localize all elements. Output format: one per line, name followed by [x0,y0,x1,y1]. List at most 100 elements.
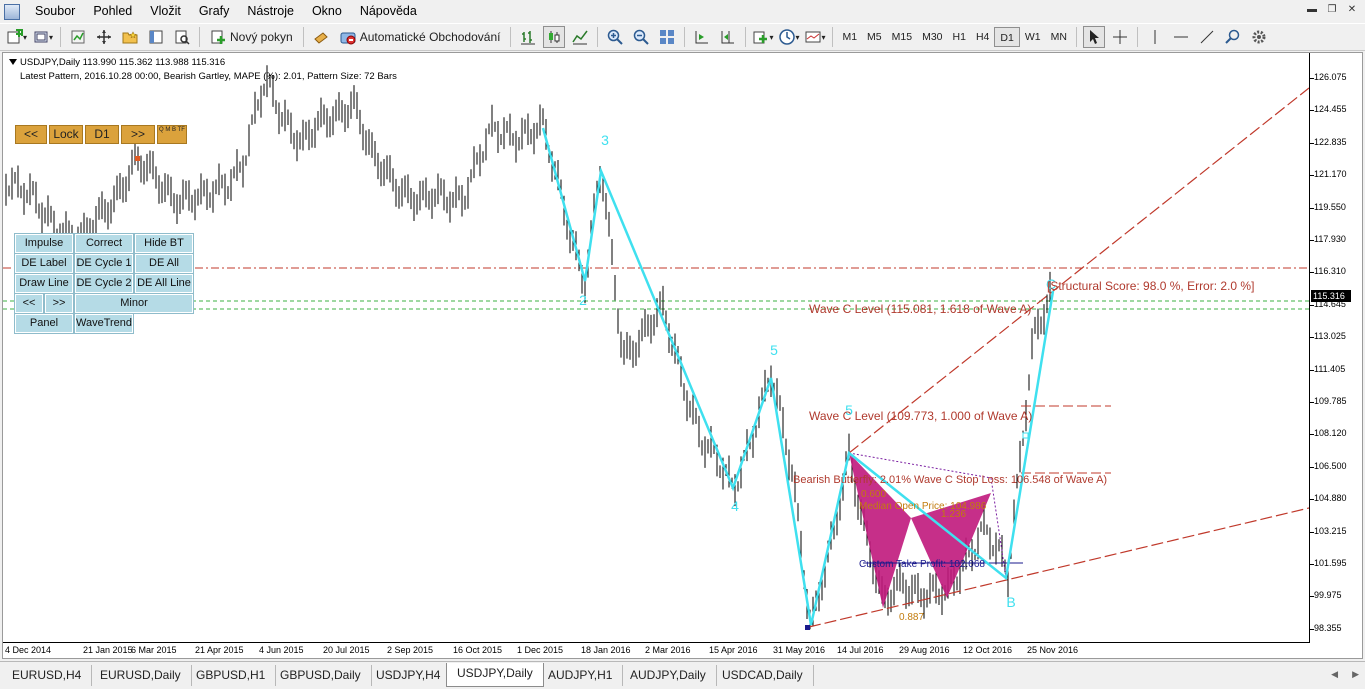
collapse-triangle-icon[interactable] [9,59,17,66]
restore-icon[interactable]: ❐ [1325,4,1339,16]
timeframe-m15[interactable]: M15 [887,27,917,47]
de-cycle-1-button[interactable]: DE Cycle 1 [74,253,134,274]
timeframe-mn[interactable]: MN [1046,27,1072,47]
minor-button[interactable]: Minor [74,293,194,314]
chart-tab-bar: EURUSD,H4 EURUSD,Daily GBPUSD,H1 GBPUSD,… [0,661,1365,689]
nav-lock-button[interactable]: Lock [49,125,83,144]
time-label: 18 Jan 2016 [581,645,631,655]
zoom-in-button[interactable] [604,26,626,48]
de-cycle-2-button[interactable]: DE Cycle 2 [74,273,134,294]
de-all-button[interactable]: DE All [134,253,194,274]
nav-forward-button[interactable]: >> [121,125,155,144]
timeframe-d1[interactable]: D1 [994,27,1020,47]
menu-grafy[interactable]: Grafy [190,0,239,23]
wavetrend-button[interactable]: WaveTrend [74,313,134,334]
price-label: 98.355 [1314,622,1342,633]
menu-pohled[interactable]: Pohled [84,0,141,23]
tab-usdjpy-h4[interactable]: USDJPY,H4 [366,665,452,686]
pattern-info: Latest Pattern, 2016.10.28 00:00, Bearis… [20,71,397,82]
tester-button[interactable] [171,26,193,48]
timeframe-w1[interactable]: W1 [1020,27,1046,47]
menu-nastroje[interactable]: Nástroje [238,0,303,23]
tab-usdjpy-daily[interactable]: USDJPY,Daily [446,663,544,687]
draw-line-button[interactable]: Draw Line [14,273,74,294]
navigator-button[interactable] [145,26,167,48]
menu-napoveda[interactable]: Nápověda [351,0,426,23]
cursor-button[interactable] [1082,26,1105,48]
de-label-button[interactable]: DE Label [14,253,74,274]
menu-soubor[interactable]: Soubor [26,0,84,23]
folder-star-icon [122,31,138,44]
candlestick-button[interactable] [543,26,566,48]
price-chart[interactable]: 23455BC[Structural Score: 98.0 %, Error:… [3,53,1309,643]
clock-icon [779,29,796,45]
zoom-out-button[interactable] [630,26,652,48]
profiles-icon [34,31,48,43]
bar-chart-button[interactable] [517,26,539,48]
scroll-right-icon[interactable]: ▶ [1352,669,1359,680]
profiles-button[interactable]: ▾ [32,26,54,48]
metaeditor-button[interactable] [310,26,332,48]
menu-okno[interactable]: Okno [303,0,351,23]
favorites-button[interactable] [119,26,141,48]
structural-score-annotation: [Structural Score: 98.0 %, Error: 2.0 %] [1047,279,1254,293]
settings-button[interactable] [1248,26,1270,48]
wave-label: B [1006,594,1015,610]
correct-button[interactable]: Correct [74,233,134,254]
chart-shift-button[interactable] [717,26,739,48]
toolbar-separator [1136,27,1138,47]
timeframe-m1[interactable]: M1 [837,27,862,47]
tab-gbpusd-h1[interactable]: GBPUSD,H1 [186,665,277,686]
tab-usdcad-daily[interactable]: USDCAD,Daily [712,665,814,686]
minimize-icon[interactable]: ▬ [1305,4,1319,16]
panel-button[interactable]: Panel [14,313,74,334]
tab-eurusd-h4[interactable]: EURUSD,H4 [2,665,93,686]
search-button[interactable] [1222,26,1244,48]
vertical-line-button[interactable] [1144,26,1166,48]
timeframe-m5[interactable]: M5 [862,27,887,47]
crosshair-nav-button[interactable] [93,26,115,48]
crosshair-button[interactable] [1109,26,1131,48]
hide-bt-button[interactable]: Hide BT [134,233,194,254]
price-label: 109.785 [1314,396,1347,406]
periods-button[interactable]: ▾ [778,26,800,48]
new-order-button[interactable]: Nový pokyn [206,26,297,48]
timeframe-h4[interactable]: H4 [971,27,994,47]
nav-back-button[interactable]: << [15,125,47,144]
auto-scroll-button[interactable] [691,26,713,48]
close-icon[interactable]: ✕ [1345,4,1359,16]
time-label: 2 Sep 2015 [387,645,434,655]
tab-audjpy-h1[interactable]: AUDJPY,H1 [538,665,624,686]
tab-gbpusd-daily[interactable]: GBPUSD,Daily [270,665,372,686]
tile-windows-button[interactable] [656,26,678,48]
menu-vlozit[interactable]: Vložit [141,0,190,23]
horizontal-line-icon [1173,36,1188,38]
impulse-button[interactable]: Impulse [14,233,74,254]
app-icon[interactable] [4,3,20,20]
tab-eurusd-daily[interactable]: EURUSD,Daily [90,665,192,686]
wave-prev-button[interactable]: << [14,293,44,314]
nav-qmb-button[interactable]: Q M B TF [157,125,187,144]
line-chart-button[interactable] [569,26,591,48]
gear-icon [1252,30,1266,44]
auto-trading-button[interactable]: Automatické Obchodování [336,26,505,48]
timeframe-m30[interactable]: M30 [917,27,947,47]
time-label: 25 Nov 2016 [1027,645,1079,655]
indicators-icon [753,31,768,44]
price-label: 116.310 [1314,266,1346,277]
tab-audjpy-daily[interactable]: AUDJPY,Daily [620,665,717,686]
market-watch-button[interactable] [67,26,89,48]
wave-next-button[interactable]: >> [44,293,74,314]
indicators-button[interactable]: ▾ [752,26,774,48]
templates-button[interactable]: ▾ [804,26,826,48]
scroll-left-icon[interactable]: ◀ [1331,669,1338,680]
swing-high-marker [135,156,140,161]
de-all-line-button[interactable]: DE All Line [134,273,194,294]
trendline-button[interactable] [1196,26,1218,48]
book-icon [313,32,328,44]
timeframe-h1[interactable]: H1 [948,27,971,47]
chart-window[interactable]: 2 3 4 5 5 B C [Structural Score: 98.0 %, Error:… [2,52,1363,659]
nav-timeframe-button[interactable]: D1 [85,125,119,144]
horizontal-line-button[interactable] [1170,26,1192,48]
new-chart-button[interactable]: ▾ [6,26,28,48]
